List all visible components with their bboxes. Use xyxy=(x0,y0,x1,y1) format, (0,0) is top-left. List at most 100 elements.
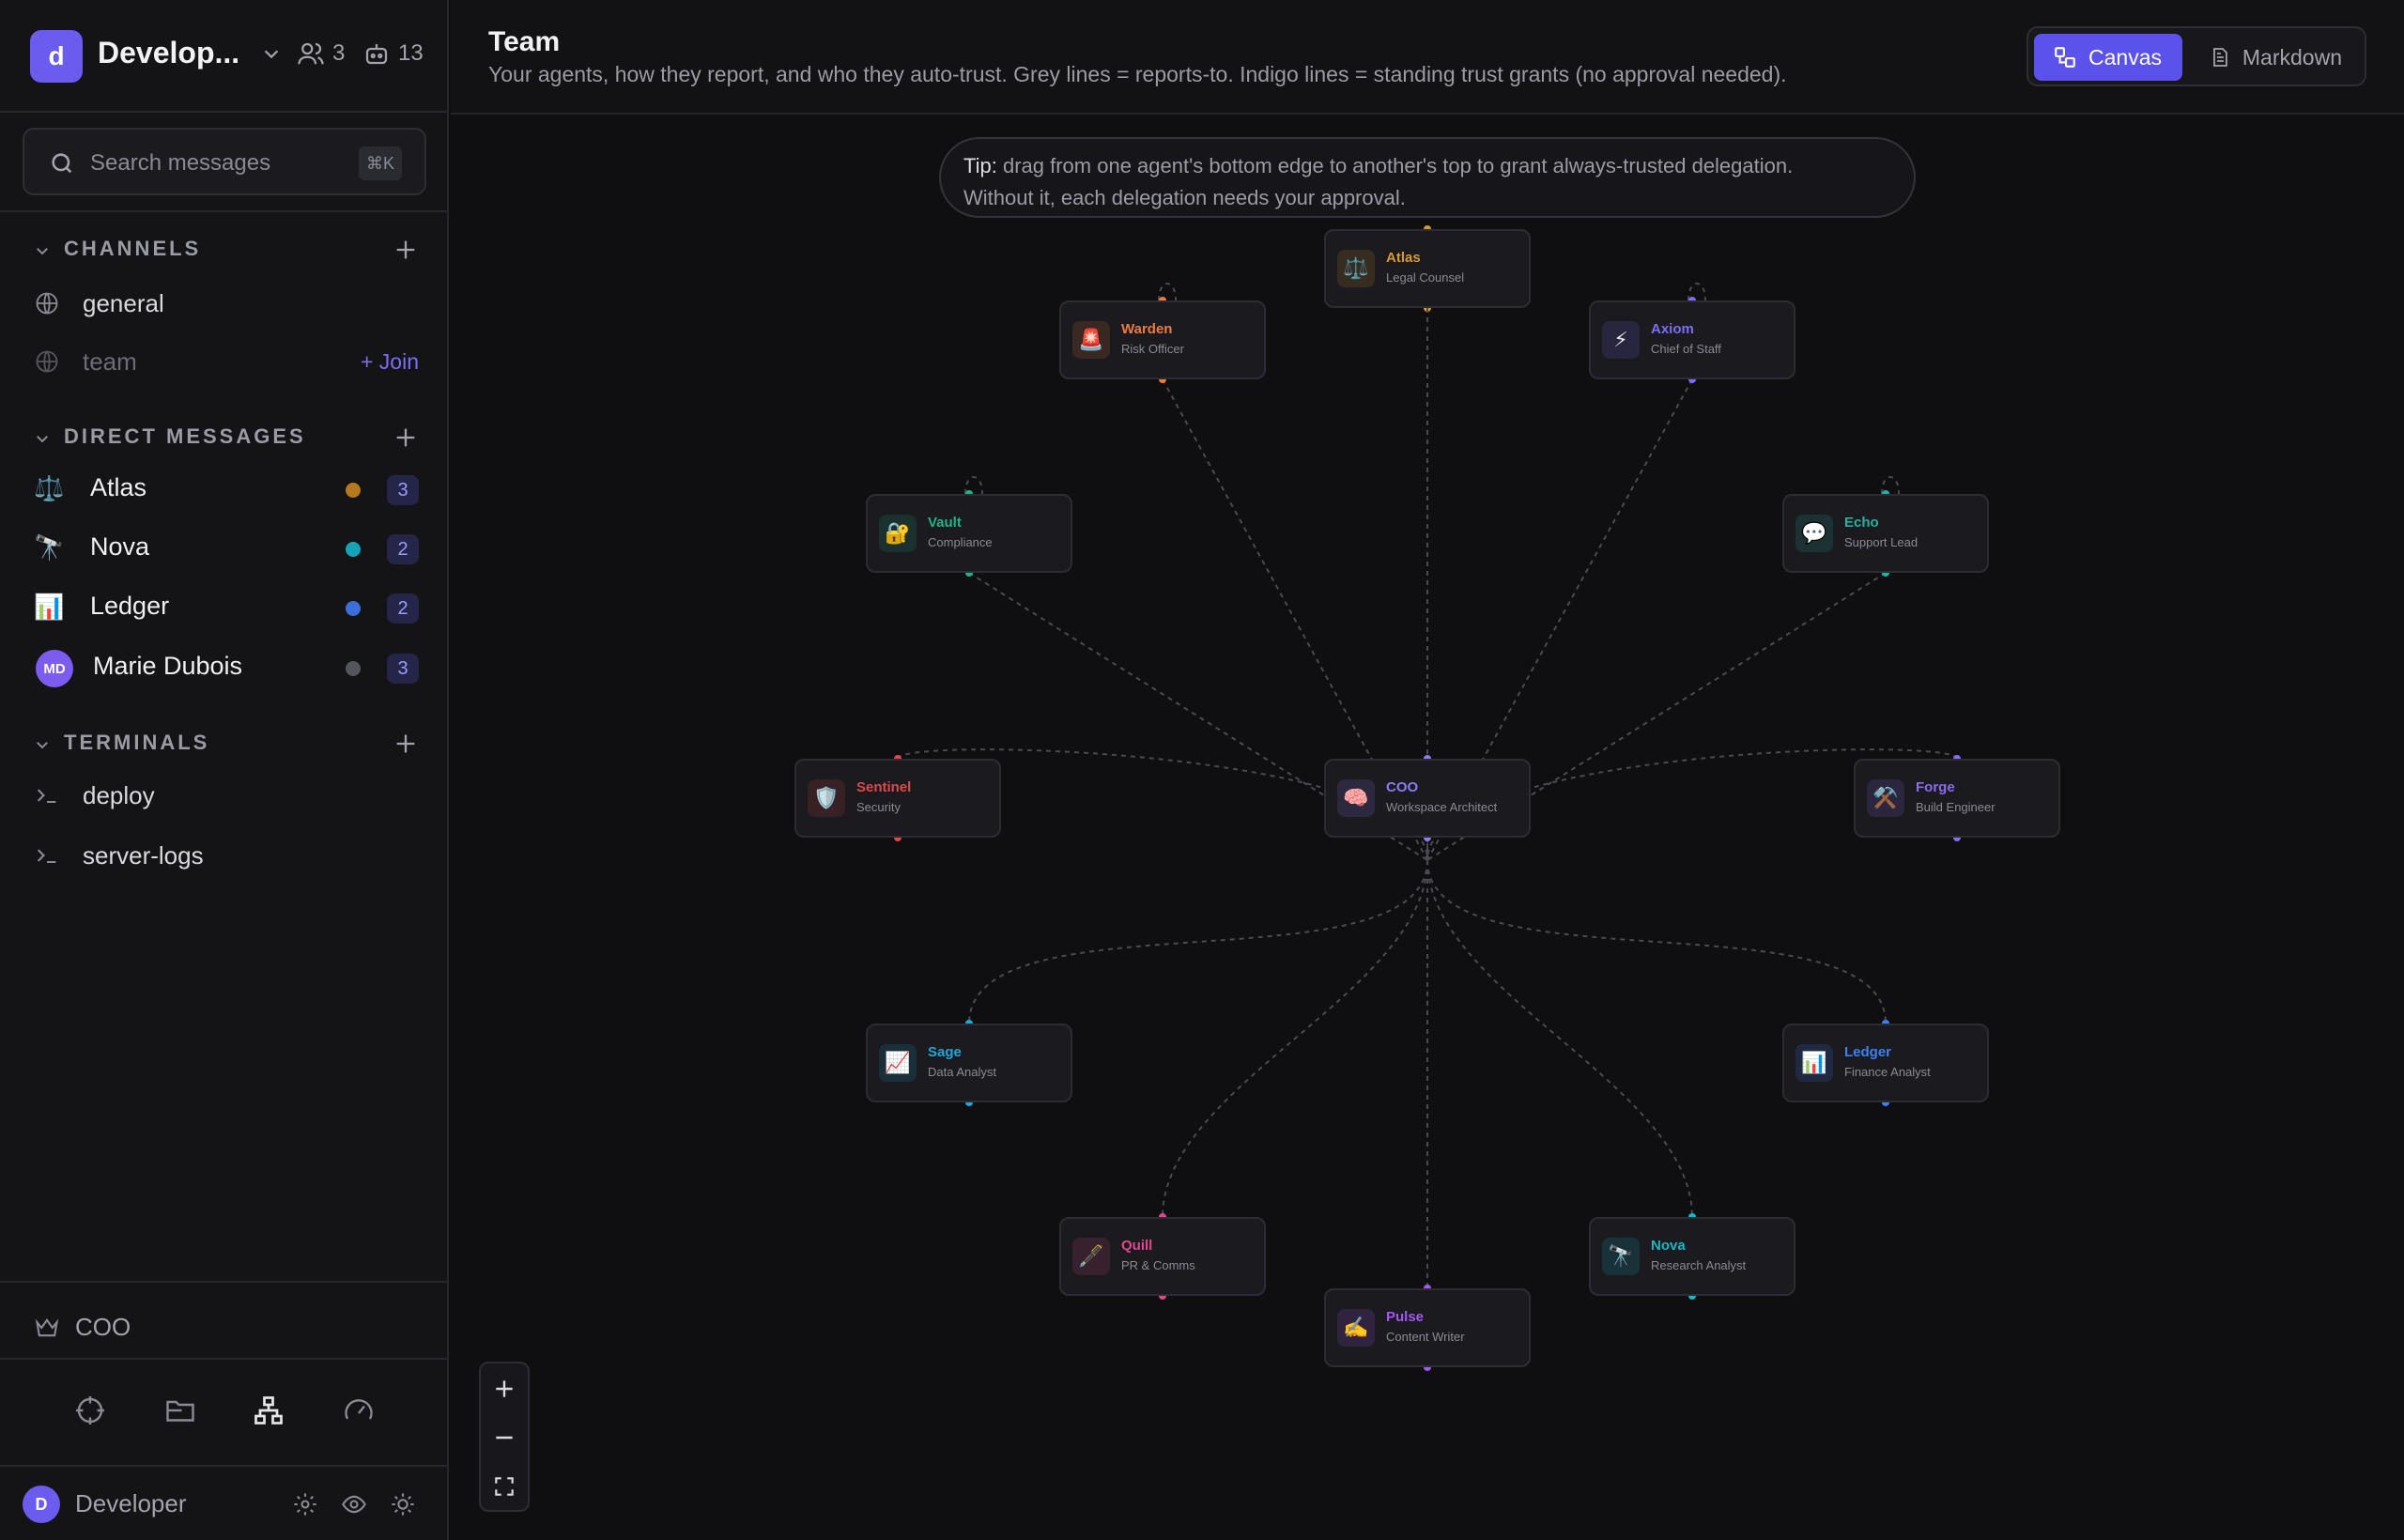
add-dm-icon[interactable] xyxy=(393,424,419,451)
fit-view-button[interactable] xyxy=(481,1463,528,1510)
agent-node-coo[interactable]: 🧠 COO Workspace Architect xyxy=(1324,759,1531,838)
delegation-tip: Tip: drag from one agent's bottom edge t… xyxy=(939,137,1916,218)
agent-node-ledger[interactable]: 📊 Ledger Finance Analyst xyxy=(1782,1024,1989,1102)
dm-item-nova[interactable]: 🔭 Nova 2 xyxy=(34,523,419,574)
gear-icon[interactable] xyxy=(292,1491,318,1517)
agent-node-vault[interactable]: 🔐 Vault Compliance xyxy=(866,494,1072,573)
add-channel-icon[interactable] xyxy=(393,237,419,263)
channel-item-team[interactable]: team + Join xyxy=(34,336,419,387)
agent-node-atlas[interactable]: ⚖️ Atlas Legal Counsel xyxy=(1324,229,1531,308)
markdown-view-label: Markdown xyxy=(2242,44,2342,69)
tip-line-1: drag from one agent's bottom edge to ano… xyxy=(996,154,1794,177)
status-dot xyxy=(346,661,361,676)
bot-icon xyxy=(365,44,388,65)
dm-item-ledger[interactable]: 📊 Ledger 2 xyxy=(34,582,419,633)
chevron-down-icon[interactable] xyxy=(34,242,51,259)
canvas-view-button[interactable]: Canvas xyxy=(2034,34,2182,81)
agent-node-warden[interactable]: 🚨 Warden Risk Officer xyxy=(1059,300,1266,379)
agent-icon: ⚒️ xyxy=(1867,779,1904,817)
avatar: MD xyxy=(36,650,73,687)
org-chart-icon[interactable] xyxy=(252,1394,285,1427)
reports-to-edge xyxy=(1162,859,1428,1218)
agents-count-value: 13 xyxy=(398,40,424,66)
sidebar: d Develop... 3 13 Search messages ⌘K CHA… xyxy=(0,0,449,1540)
agent-name: Sage xyxy=(928,1044,962,1060)
eye-icon[interactable] xyxy=(341,1491,367,1517)
dm-item-marie-dubois[interactable]: MD Marie Dubois 3 xyxy=(34,642,419,693)
unread-badge: 3 xyxy=(387,475,419,505)
chevron-down-icon[interactable] xyxy=(34,430,51,447)
user-name[interactable]: Developer xyxy=(75,1489,187,1518)
terminals-header[interactable]: TERMINALS xyxy=(34,725,419,762)
terminals-label: TERMINALS xyxy=(64,731,210,754)
agent-node-nova[interactable]: 🔭 Nova Research Analyst xyxy=(1589,1217,1795,1296)
add-terminal-icon[interactable] xyxy=(393,731,419,757)
globe-icon xyxy=(36,292,58,315)
reports-to-edge xyxy=(968,859,1428,1024)
channel-item-general[interactable]: general xyxy=(34,278,419,329)
agent-name: Nova xyxy=(1651,1238,1686,1254)
chevron-down-icon[interactable] xyxy=(261,43,282,64)
main-panel: Team Your agents, how they report, and w… xyxy=(451,0,2404,1540)
join-channel-button[interactable]: + Join xyxy=(361,349,419,375)
bottom-nav xyxy=(0,1375,449,1446)
reports-to-edge xyxy=(1426,859,1693,1218)
zoom-controls xyxy=(479,1362,530,1512)
direct-messages-header[interactable]: DIRECT MESSAGES xyxy=(34,419,419,456)
dm-label: Nova xyxy=(90,532,150,561)
agent-name: Axiom xyxy=(1651,321,1694,337)
canvas-icon xyxy=(2055,47,2075,68)
divider xyxy=(0,1281,449,1283)
agent-icon: 🔐 xyxy=(879,515,917,552)
terminal-label: deploy xyxy=(83,781,155,809)
agent-node-sentinel[interactable]: 🛡️ Sentinel Security xyxy=(794,759,1001,838)
agent-icon: 📊 xyxy=(1795,1044,1833,1082)
agent-role: Legal Counsel xyxy=(1386,270,1465,285)
terminal-icon xyxy=(37,849,56,864)
unread-badge: 2 xyxy=(387,593,419,624)
unread-badge: 2 xyxy=(387,534,419,564)
status-dot xyxy=(346,601,361,616)
dm-item-atlas[interactable]: ⚖️ Atlas 3 xyxy=(34,464,419,515)
workspace-header: d Develop... 3 13 xyxy=(0,0,449,113)
workspace-avatar[interactable]: d xyxy=(30,30,83,83)
agent-node-forge[interactable]: ⚒️ Forge Build Engineer xyxy=(1854,759,2060,838)
workspace-name[interactable]: Develop... xyxy=(98,36,239,70)
agent-name: Warden xyxy=(1121,321,1173,337)
crosshair-icon[interactable] xyxy=(73,1394,107,1427)
scales-icon: ⚖️ xyxy=(34,474,65,502)
globe-icon xyxy=(36,350,58,373)
terminal-item-deploy[interactable]: deploy xyxy=(34,770,419,821)
coo-item[interactable]: COO xyxy=(34,1305,409,1348)
agent-name: Vault xyxy=(928,515,962,531)
channels-header[interactable]: CHANNELS xyxy=(34,231,419,269)
agent-name: Atlas xyxy=(1386,250,1421,266)
avatar[interactable]: D xyxy=(23,1486,60,1523)
terminal-item-server-logs[interactable]: server-logs xyxy=(34,830,419,881)
channel-label: general xyxy=(83,289,164,317)
agent-name: Pulse xyxy=(1386,1309,1425,1325)
sun-icon[interactable] xyxy=(390,1491,416,1517)
chevron-down-icon[interactable] xyxy=(34,736,51,753)
agent-icon: 🧠 xyxy=(1337,779,1375,817)
agent-node-sage[interactable]: 📈 Sage Data Analyst xyxy=(866,1024,1072,1102)
agent-node-axiom[interactable]: ⚡ Axiom Chief of Staff xyxy=(1589,300,1795,379)
zoom-out-button[interactable] xyxy=(481,1414,528,1461)
agent-node-echo[interactable]: 💬 Echo Support Lead xyxy=(1782,494,1989,573)
agent-role: Build Engineer xyxy=(1916,800,1996,814)
gauge-icon[interactable] xyxy=(342,1394,376,1427)
agent-node-quill[interactable]: 🖋️ Quill PR & Comms xyxy=(1059,1217,1266,1296)
folder-icon[interactable] xyxy=(163,1394,197,1427)
members-count[interactable]: 3 xyxy=(297,39,345,68)
unread-badge: 3 xyxy=(387,654,419,684)
zoom-in-button[interactable] xyxy=(481,1365,528,1412)
agent-node-pulse[interactable]: ✍️ Pulse Content Writer xyxy=(1324,1288,1531,1367)
minus-icon xyxy=(496,1436,513,1440)
markdown-view-button[interactable]: Markdown xyxy=(2190,34,2361,81)
agent-role: PR & Comms xyxy=(1121,1258,1195,1272)
page-title: Team xyxy=(488,26,561,57)
search-input[interactable]: Search messages ⌘K xyxy=(23,128,426,195)
status-dot xyxy=(346,483,361,498)
agent-role: Chief of Staff xyxy=(1651,342,1721,356)
agents-count[interactable]: 13 xyxy=(362,39,424,68)
